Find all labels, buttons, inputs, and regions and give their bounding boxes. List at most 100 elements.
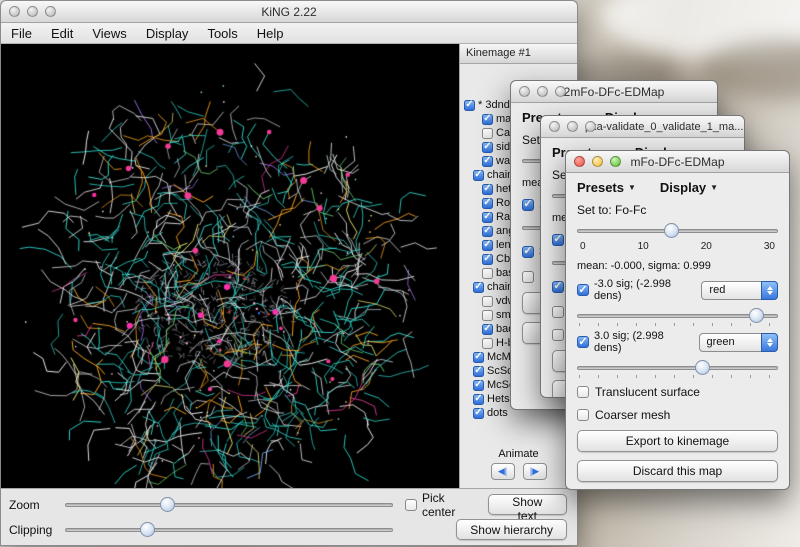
zoom-button[interactable]	[555, 86, 566, 97]
window-controls	[549, 116, 596, 137]
slider-thumb[interactable]	[160, 497, 175, 512]
checkbox[interactable]: ✓	[482, 324, 493, 335]
translucent-checkbox[interactable]	[522, 271, 534, 283]
main-titlebar[interactable]: KiNG 2.22	[1, 1, 577, 23]
coarser-row: Coarser mesh	[577, 408, 778, 422]
neg-sigma-checkbox[interactable]: ✓	[577, 284, 589, 296]
minimize-button[interactable]	[27, 6, 38, 17]
display-menu[interactable]: Display▼	[660, 180, 718, 195]
checkbox[interactable]	[482, 310, 493, 321]
checkbox[interactable]: ✓	[482, 212, 493, 223]
sigma-checkbox[interactable]: ✓	[552, 281, 564, 293]
chevron-down-icon: ▼	[710, 183, 718, 192]
show-text-button[interactable]: Show text	[488, 494, 567, 515]
checkbox[interactable]	[482, 296, 493, 307]
zoom-button[interactable]	[585, 121, 596, 132]
close-button[interactable]	[549, 121, 560, 132]
checkbox[interactable]: ✓	[482, 142, 493, 153]
set-to-label: Set to: Fo-Fc	[577, 203, 778, 217]
checkbox[interactable]: ✓	[482, 114, 493, 125]
translucent-checkbox[interactable]	[577, 386, 589, 398]
desktop-background: KiNG 2.22 File Edit Views Display Tools …	[0, 0, 800, 547]
minimize-button[interactable]	[567, 121, 578, 132]
main-window-title: KiNG 2.22	[1, 5, 577, 19]
slider-thumb[interactable]	[695, 360, 710, 375]
animate-back-button[interactable]: ◀|	[491, 463, 515, 480]
close-button[interactable]	[574, 156, 585, 167]
export-button[interactable]: Export to kinemage	[577, 430, 778, 452]
animate-section: Animate ◀| |▶	[460, 446, 577, 488]
zoom-label: Zoom	[9, 498, 57, 512]
checkbox[interactable]	[482, 338, 493, 349]
menu-display[interactable]: Display	[146, 26, 189, 41]
titlebar[interactable]: 2mFo-DFc-EDMap	[511, 81, 717, 103]
menu-file[interactable]: File	[11, 26, 32, 41]
checkbox[interactable]: ✓	[473, 170, 484, 181]
menu-tools[interactable]: Tools	[207, 26, 237, 41]
zoom-slider[interactable]	[65, 497, 393, 513]
slider-thumb[interactable]	[664, 223, 679, 238]
checkbox[interactable]	[482, 128, 493, 139]
presets-menu[interactable]: Presets▼	[577, 180, 636, 195]
clipping-label: Clipping	[9, 523, 57, 537]
slider-thumb[interactable]	[140, 522, 155, 537]
pos-color-select[interactable]: green	[699, 333, 778, 352]
checkbox[interactable]	[482, 268, 493, 279]
minimize-button[interactable]	[537, 86, 548, 97]
checkbox[interactable]: ✓	[473, 352, 484, 363]
clipping-slider[interactable]	[65, 522, 393, 538]
checkbox[interactable]: ✓	[482, 240, 493, 251]
neg-color-select[interactable]: red	[701, 281, 778, 300]
titlebar[interactable]: mFo-DFc-EDMap	[566, 151, 789, 173]
pick-center-checkbox[interactable]	[405, 499, 417, 511]
checkbox[interactable]: ✓	[473, 380, 484, 391]
molecule-viewport[interactable]	[1, 44, 459, 488]
coarser-checkbox[interactable]	[577, 409, 589, 421]
checkbox[interactable]: ✓	[482, 226, 493, 237]
zoom-button[interactable]	[45, 6, 56, 17]
checkbox[interactable]: ✓	[482, 184, 493, 195]
contour-slider[interactable]	[577, 223, 778, 239]
translucent-checkbox[interactable]	[552, 306, 564, 318]
checkbox[interactable]: ✓	[473, 394, 484, 405]
sigma-checkbox[interactable]: ✓	[522, 199, 534, 211]
checkbox[interactable]: ✓	[473, 408, 484, 419]
titlebar[interactable]: pka-validate_0_validate_1_ma...	[541, 116, 744, 138]
window-controls	[574, 151, 621, 172]
slider-thumb[interactable]	[749, 308, 764, 323]
show-hierarchy-button[interactable]: Show hierarchy	[456, 519, 567, 540]
zoom-button[interactable]	[610, 156, 621, 167]
popup-arrows-icon	[761, 333, 778, 352]
checkbox[interactable]: ✓	[473, 366, 484, 377]
minimize-button[interactable]	[592, 156, 603, 167]
close-button[interactable]	[519, 86, 530, 97]
pick-center-control[interactable]: Pick center	[405, 491, 480, 519]
neg-sigma-label: -3.0 sig; (-2.998 dens)	[594, 278, 696, 302]
close-button[interactable]	[9, 6, 20, 17]
sigma-checkbox[interactable]: ✓	[552, 234, 564, 246]
checkbox[interactable]: ✓	[482, 156, 493, 167]
sigma-checkbox[interactable]: ✓	[522, 246, 534, 258]
discard-button[interactable]: Discard this map	[577, 460, 778, 482]
tick-label: 20	[701, 241, 712, 252]
translucent-label: Translucent surface	[595, 385, 700, 399]
checkbox[interactable]: ✓	[464, 100, 475, 111]
menu-edit[interactable]: Edit	[51, 26, 73, 41]
menu-help[interactable]: Help	[257, 26, 284, 41]
animate-label: Animate	[460, 448, 577, 460]
coarser-checkbox[interactable]	[552, 329, 564, 341]
window-controls	[519, 81, 566, 102]
neg-sigma-slider[interactable]	[577, 308, 778, 324]
kinemage-tab[interactable]: Kinemage #1	[460, 44, 577, 64]
checkbox[interactable]: ✓	[482, 198, 493, 209]
pos-sigma-slider[interactable]	[577, 360, 778, 376]
main-menubar: File Edit Views Display Tools Help	[1, 23, 577, 44]
menu-views[interactable]: Views	[92, 26, 126, 41]
tick-marks	[579, 323, 776, 326]
slider-track	[65, 503, 393, 507]
pos-sigma-checkbox[interactable]: ✓	[577, 336, 589, 348]
animate-forward-button[interactable]: |▶	[523, 463, 547, 480]
checkbox[interactable]: ✓	[473, 282, 484, 293]
translucent-row: Translucent surface	[577, 385, 778, 399]
checkbox[interactable]: ✓	[482, 254, 493, 265]
